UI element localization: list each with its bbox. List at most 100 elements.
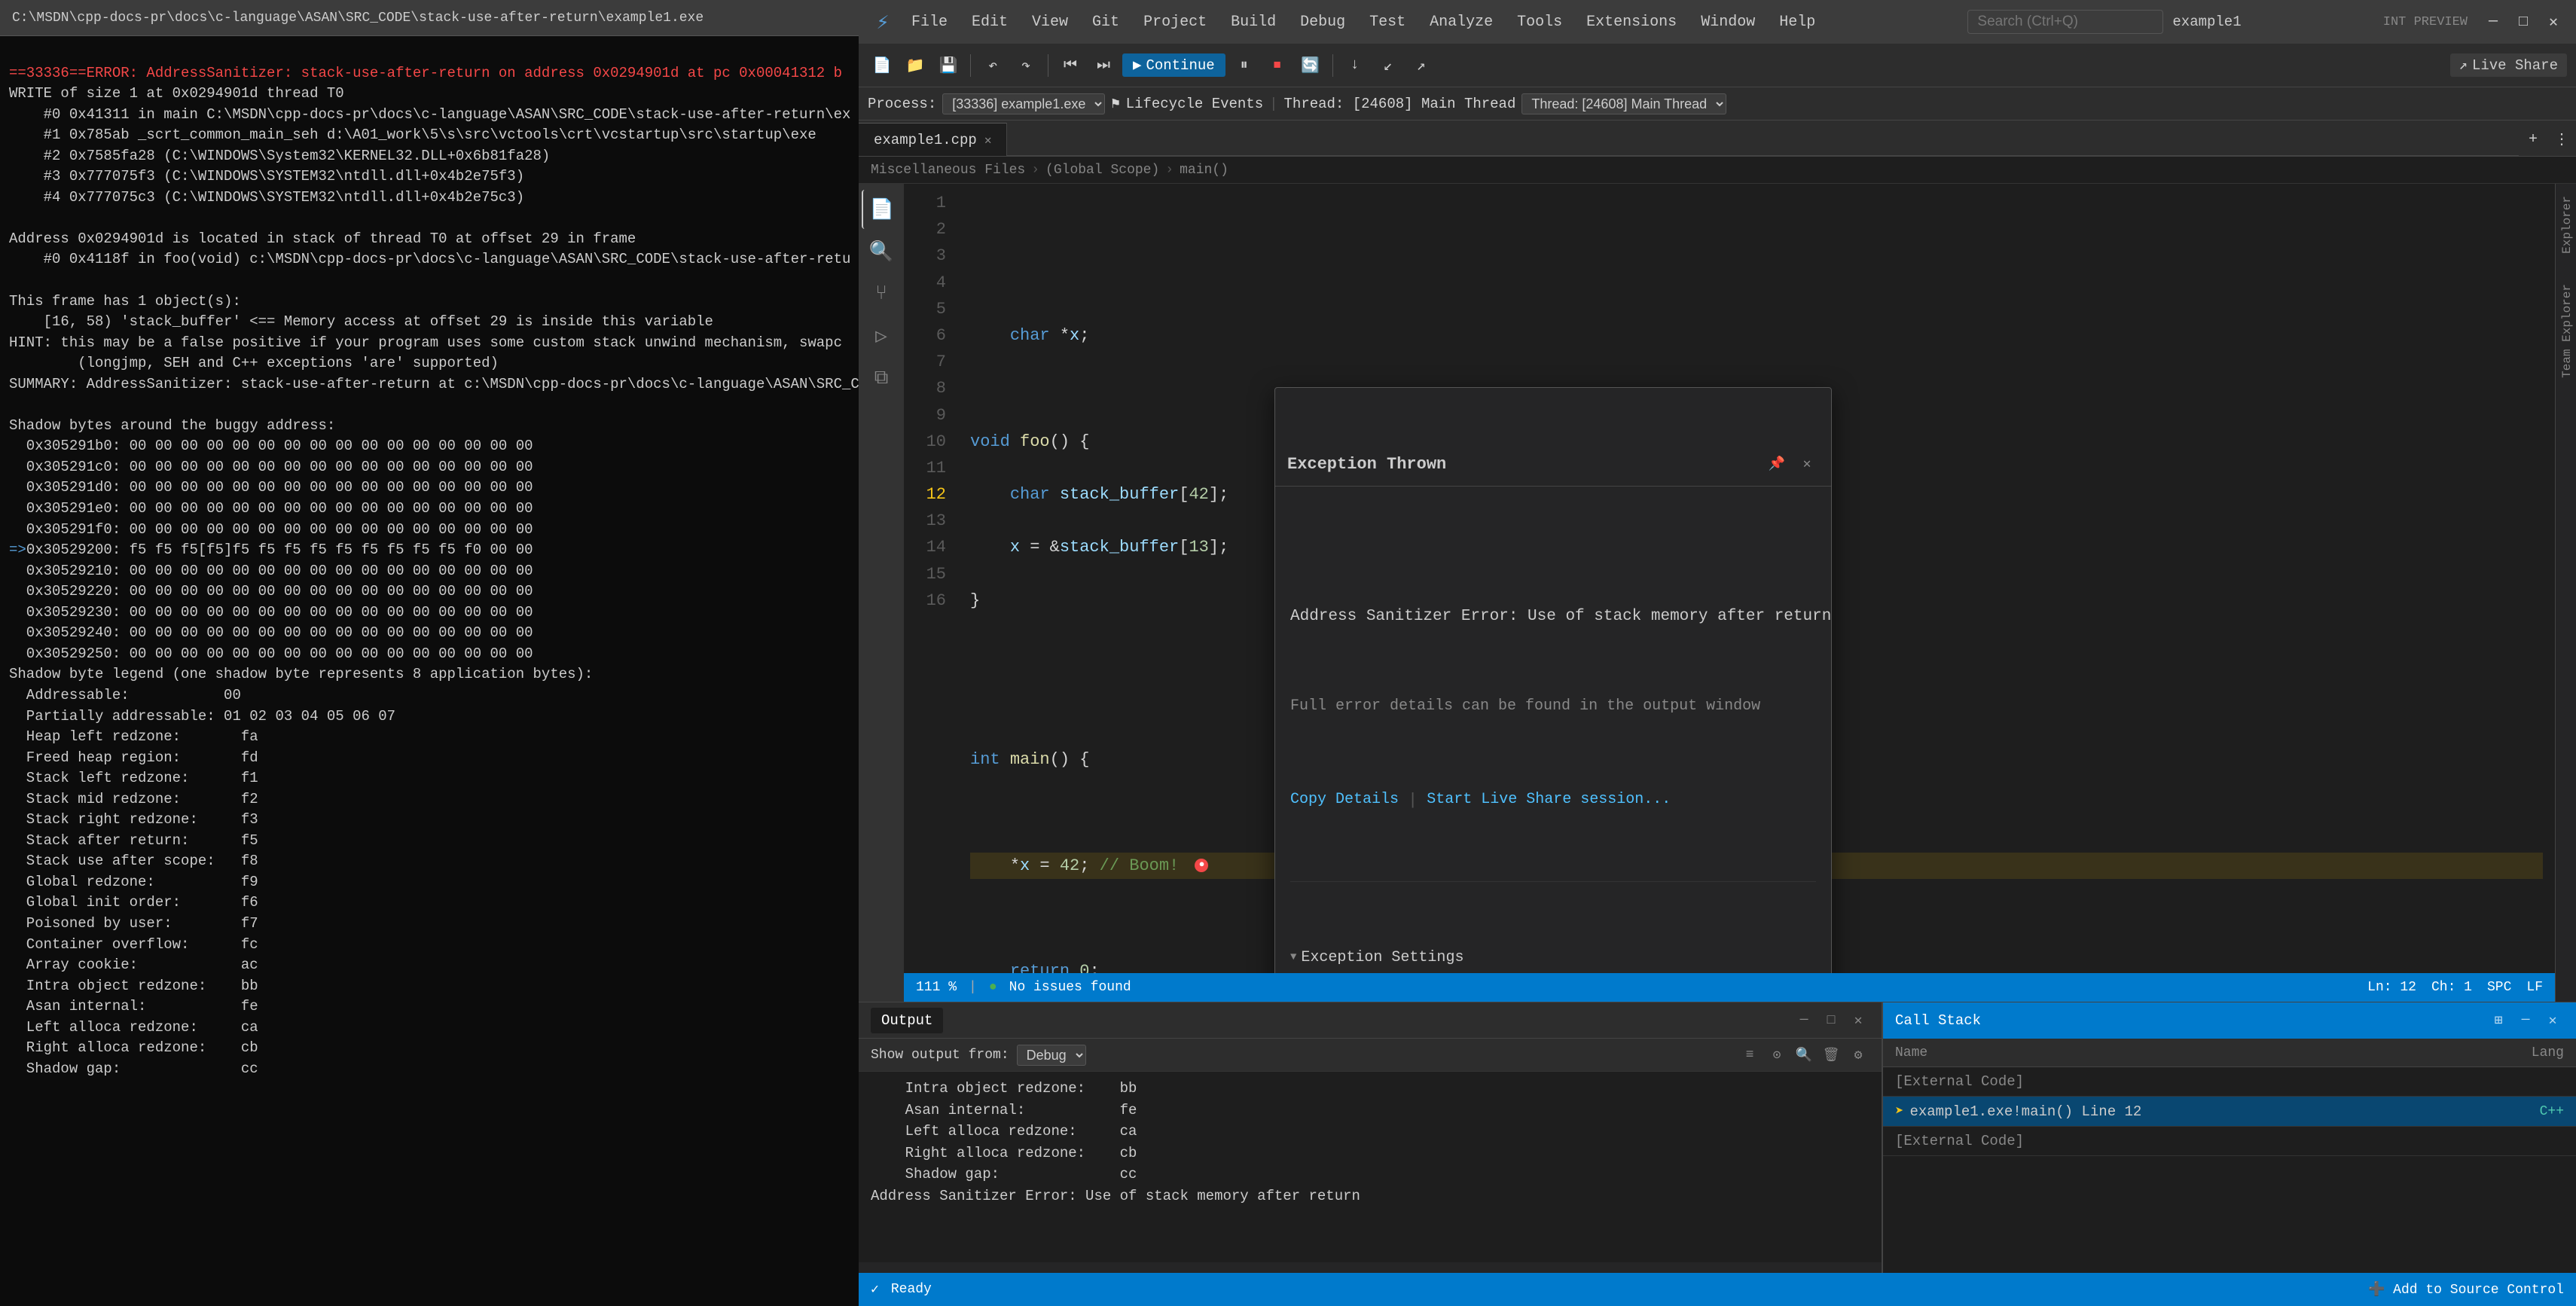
menu-project[interactable]: Project (1133, 9, 1217, 35)
menu-window[interactable]: Window (1690, 9, 1766, 35)
ln-12: 12 (904, 481, 946, 508)
debug-pause-button[interactable]: ⏸ (1230, 51, 1259, 80)
callstack-header: Call Stack ⊞ ─ ✕ (1883, 1002, 2576, 1039)
statusbar-ready-icon: ✓ (871, 1281, 879, 1298)
menu-test[interactable]: Test (1359, 9, 1416, 35)
minimize-button[interactable]: ─ (2480, 8, 2507, 35)
output-panel-header: Output ─ □ ✕ (859, 1002, 1882, 1039)
output-find-button[interactable]: 🔍 (1793, 1044, 1815, 1066)
ln-7: 7 (904, 349, 946, 375)
callstack-row-2[interactable]: [External Code] (1883, 1127, 2576, 1156)
menu-debug[interactable]: Debug (1290, 9, 1356, 35)
callstack-minimize-button[interactable]: ─ (2514, 1009, 2537, 1032)
callstack-close-button[interactable]: ✕ (2541, 1009, 2564, 1032)
exception-title: Exception Thrown (1287, 451, 1765, 478)
statusbar-right: ➕ Add to Source Control (2368, 1281, 2564, 1298)
menu-tools[interactable]: Tools (1506, 9, 1573, 35)
step-over-button[interactable]: ↓ (1341, 51, 1369, 80)
ln-6: 6 (904, 322, 946, 349)
exception-error-title: Address Sanitizer Error: Use of stack me… (1290, 604, 1816, 630)
menu-help[interactable]: Help (1769, 9, 1826, 35)
menu-view[interactable]: View (1021, 9, 1079, 35)
output-maximize-button[interactable]: □ (1820, 1009, 1842, 1032)
run-debug-icon[interactable]: ▷ (862, 316, 901, 355)
tab-close-icon[interactable]: ✕ (984, 133, 992, 148)
step-out-button[interactable]: ↗ (1407, 51, 1436, 80)
new-file-button[interactable]: 📄 (868, 51, 896, 80)
ln-11: 11 (904, 455, 946, 481)
toolbar-separator-3 (1332, 54, 1333, 77)
breadcrumb-item-1[interactable]: Miscellaneous Files (871, 163, 1025, 178)
menu-build[interactable]: Build (1220, 9, 1286, 35)
extensions-icon[interactable]: ⧉ (862, 359, 901, 398)
exception-links: Copy Details | Start Live Share session.… (1290, 787, 1816, 813)
tab-label: example1.cpp (874, 132, 977, 148)
debug-divider-1: | (1269, 96, 1277, 112)
ln-1: 1 (904, 190, 946, 216)
output-settings-button[interactable]: ⚙ (1847, 1044, 1869, 1066)
menu-file[interactable]: File (901, 9, 958, 35)
output-tab[interactable]: Output (871, 1008, 943, 1033)
int-preview-label: INT PREVIEW (2383, 15, 2468, 29)
lifecycle-events-label: Lifecycle Events (1126, 96, 1263, 112)
output-wrap-button[interactable]: ≡ (1738, 1044, 1761, 1066)
redo-button[interactable]: ↷ (1012, 51, 1040, 80)
breadcrumb-item-3[interactable]: main() (1180, 163, 1228, 178)
live-share-label: Live Share (2472, 57, 2558, 74)
save-button[interactable]: 💾 (934, 51, 963, 80)
undo-button[interactable]: ↶ (978, 51, 1007, 80)
ln-2: 2 (904, 216, 946, 243)
step-into-button[interactable]: ↙ (1374, 51, 1402, 80)
search-input[interactable] (1967, 10, 2163, 34)
terminal-titlebar: C:\MSDN\cpp-docs-pr\docs\c-language\ASAN… (0, 0, 859, 36)
debug-restart-button[interactable]: 🔄 (1296, 51, 1325, 80)
team-explorer-label: Team Explorer (2556, 278, 2576, 384)
zoom-level[interactable]: 111 % (916, 980, 957, 995)
output-minimize-button[interactable]: ─ (1793, 1009, 1815, 1032)
search-icon[interactable]: 🔍 (862, 232, 901, 271)
continue-button[interactable]: ▶ Continue (1122, 53, 1225, 77)
output-close-button[interactable]: ✕ (1847, 1009, 1869, 1032)
output-source-selector[interactable]: Debug (1017, 1045, 1086, 1066)
source-control-icon[interactable]: ⑂ (862, 274, 901, 313)
callstack-row-0[interactable]: [External Code] (1883, 1067, 2576, 1097)
thread-selector[interactable]: Thread: [24608] Main Thread (1521, 93, 1726, 114)
maximize-button[interactable]: □ (2510, 8, 2537, 35)
lf-indicator: LF (2526, 980, 2543, 995)
cs-lang-1: C++ (2504, 1104, 2564, 1119)
tab-example1-cpp[interactable]: example1.cpp ✕ (859, 123, 1007, 156)
menu-extensions[interactable]: Extensions (1576, 9, 1687, 35)
continue-icon: ▶ (1133, 56, 1141, 74)
output-filter-button[interactable]: ⊙ (1766, 1044, 1788, 1066)
pin-exception-button[interactable]: 📌 (1765, 453, 1789, 477)
live-share-button[interactable]: ↗ Live Share (2450, 53, 2567, 77)
code-editor[interactable]: 1 2 3 4 5 6 7 8 9 10 11 12 13 14 15 16 (904, 184, 2555, 1002)
settings-expand-icon[interactable]: ▼ (1290, 949, 1296, 966)
col-indicator: Ch: 1 (2431, 980, 2472, 995)
live-share-link[interactable]: Start Live Share session... (1427, 788, 1671, 812)
debug-step-button[interactable]: ⏭ (1089, 51, 1118, 80)
explorer-icon[interactable]: 📄 (862, 190, 901, 229)
new-tab-button[interactable]: + (2519, 123, 2547, 156)
close-button[interactable]: ✕ (2540, 8, 2567, 35)
output-scrollbar[interactable] (859, 1262, 1882, 1273)
editor-status-bar: 111 % | ● No issues found Ln: 12 Ch: 1 S… (904, 973, 2555, 1002)
debug-stop-button[interactable]: ⏹ (1263, 51, 1292, 80)
close-exception-button[interactable]: ✕ (1795, 453, 1819, 477)
tab-options-button[interactable]: ⋮ (2547, 123, 2576, 156)
callstack-expand-button[interactable]: ⊞ (2487, 1009, 2510, 1032)
copy-details-link[interactable]: Copy Details (1290, 788, 1399, 812)
process-selector[interactable]: [33336] example1.exe (942, 93, 1105, 114)
menu-edit[interactable]: Edit (961, 9, 1018, 35)
menu-git[interactable]: Git (1082, 9, 1130, 35)
open-folder-button[interactable]: 📁 (901, 51, 929, 80)
breadcrumb-item-2[interactable]: (Global Scope) (1045, 163, 1159, 178)
callstack-row-1[interactable]: ➤ example1.exe!main() Line 12 C++ (1883, 1097, 2576, 1127)
exception-settings: ▼ Exception Settings ✓ Break when this e… (1290, 881, 1816, 973)
explorer-label: Explorer (2556, 190, 2576, 260)
output-clear-button[interactable]: 🗑 (1820, 1044, 1842, 1066)
menu-analyze[interactable]: Analyze (1419, 9, 1503, 35)
line-numbers: 1 2 3 4 5 6 7 8 9 10 11 12 13 14 15 16 (904, 184, 958, 973)
debug-back-button[interactable]: ⏮ (1056, 51, 1085, 80)
col-name-header: Name (1895, 1045, 2504, 1060)
